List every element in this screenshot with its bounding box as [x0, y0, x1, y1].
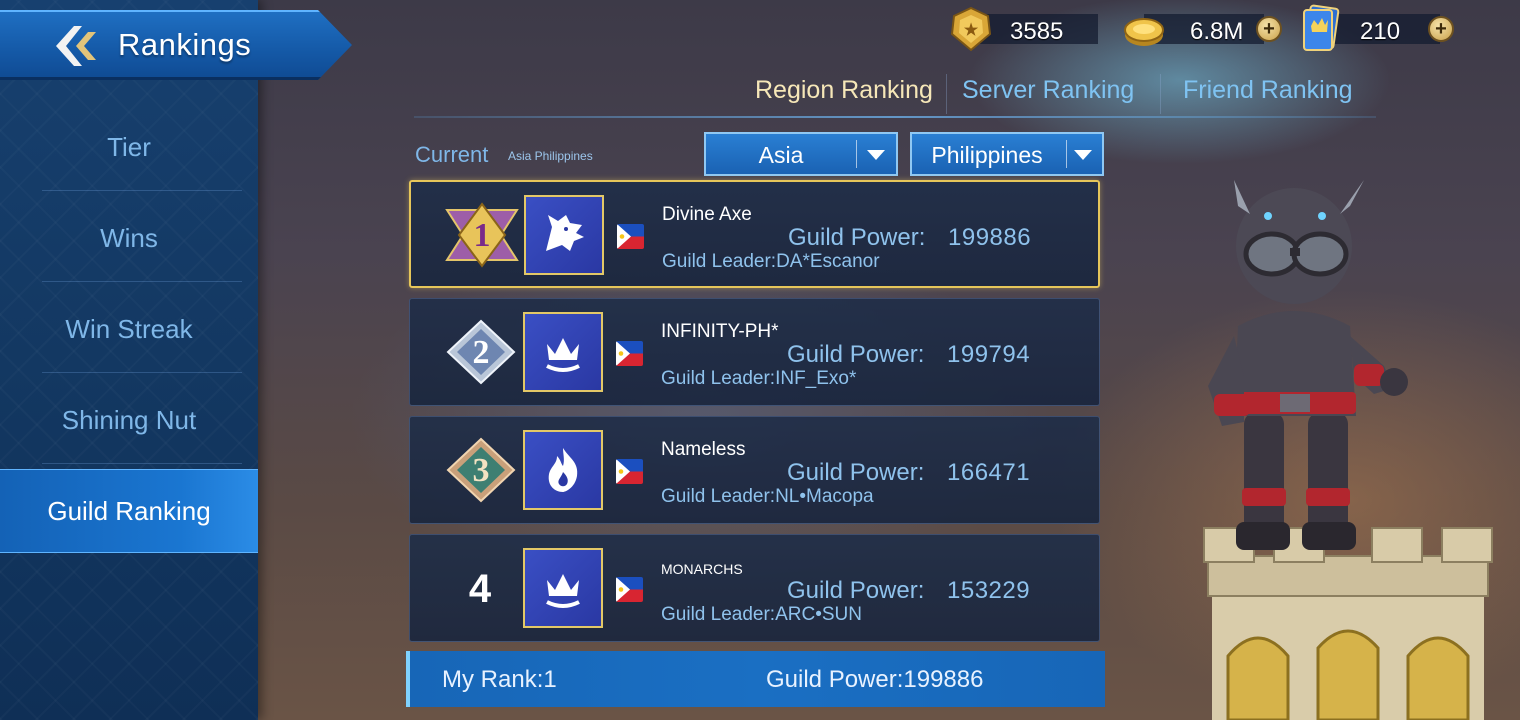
philippines-flag-icon — [616, 459, 643, 484]
sidebar-item-label: Shining Nut — [61, 404, 197, 435]
tab-region-ranking[interactable]: Region Ranking — [755, 76, 933, 110]
sidebar-item-shining-nut[interactable]: Shining Nut — [0, 376, 258, 464]
tab-underline — [414, 116, 1376, 118]
guild-leader: Guild Leader:DA*Escanor — [662, 251, 880, 272]
tab-friend-ranking[interactable]: Friend Ranking — [1183, 76, 1353, 110]
guild-emblem — [524, 195, 604, 275]
rank-number: 4 — [468, 567, 492, 611]
crown-emblem-icon — [546, 338, 580, 372]
coins-value: 6.8M — [1190, 18, 1244, 45]
power-label: Guild Power: — [788, 224, 926, 251]
crown-emblem-icon — [546, 574, 580, 608]
guild-leader: Guild Leader:NL•Macopa — [661, 486, 874, 507]
plus-icon: + — [1263, 18, 1275, 40]
rank-number: 1 — [474, 217, 491, 254]
region-dropdown-value: Asia — [758, 142, 804, 168]
svg-text:★: ★ — [964, 22, 979, 39]
guild-emblem — [523, 548, 603, 628]
character-on-tower-image — [1203, 180, 1493, 720]
sidebar: Tier Wins Win Streak Shining Nut Guild R… — [0, 0, 258, 720]
add-coins-button[interactable]: + — [1256, 16, 1282, 42]
sidebar-item-win-streak[interactable]: Win Streak — [0, 285, 258, 373]
guild-name: INFINITY-PH* — [661, 321, 779, 342]
rank-2-badge-icon: 2 — [446, 319, 516, 385]
gold-coin-icon — [1124, 18, 1164, 46]
crest-value: 3585 — [1010, 18, 1064, 45]
sidebar-item-label: Guild Ranking — [47, 495, 211, 526]
country-dropdown-value: Philippines — [931, 142, 1043, 168]
plus-icon: + — [1435, 18, 1447, 40]
power-value: 199794 — [947, 341, 1031, 368]
philippines-flag-icon — [616, 341, 643, 366]
rank-number: 3 — [473, 452, 490, 489]
current-location: Asia Philippines — [508, 149, 593, 163]
guild-name: Nameless — [661, 439, 746, 460]
chevron-down-icon — [867, 150, 885, 160]
guild-leader: Guild Leader:INF_Exo* — [661, 368, 857, 389]
sidebar-item-wins[interactable]: Wins — [0, 194, 258, 282]
ranking-row[interactable]: 3 Nameless Guild Power: 166471 Guild Lea… — [409, 416, 1100, 524]
country-dropdown[interactable]: Philippines — [910, 132, 1104, 176]
sidebar-item-label: Win Streak — [65, 313, 193, 344]
guild-emblem — [523, 312, 603, 392]
add-tickets-button[interactable]: + — [1428, 16, 1454, 42]
currency-tickets: 210 + — [1300, 4, 1460, 51]
power-value: 166471 — [947, 459, 1031, 486]
guild-name: MONARCHS — [661, 561, 743, 577]
tab-divider — [946, 74, 947, 114]
tickets-value: 210 — [1360, 18, 1401, 45]
philippines-flag-icon — [617, 224, 644, 249]
philippines-flag-icon — [616, 577, 643, 602]
sidebar-item-guild-ranking[interactable]: Guild Ranking — [0, 469, 258, 553]
power-value: 199886 — [948, 224, 1032, 251]
power-label: Guild Power: — [787, 459, 925, 486]
ranking-row[interactable]: 2 INFINITY-PH* Guild Power: 199794 Guild… — [409, 298, 1100, 406]
currency-crest: ★ 3585 — [948, 6, 1098, 52]
guild-leader: Guild Leader:ARC•SUN — [661, 604, 862, 625]
my-rank-label: My Rank:1 — [442, 666, 557, 693]
my-rank-power: Guild Power:199886 — [766, 666, 984, 693]
back-button[interactable] — [52, 22, 102, 70]
rank-1-badge-icon: 1 — [445, 202, 519, 268]
sidebar-item-label: Tier — [107, 131, 151, 162]
rank-number: 2 — [473, 334, 490, 371]
current-label: Current — [415, 142, 489, 167]
sidebar-item-tier[interactable]: Tier — [0, 103, 258, 191]
page-title: Rankings — [118, 27, 252, 62]
power-value: 153229 — [947, 577, 1031, 604]
ranking-row[interactable]: 4 MONARCHS Guild Power: 153229 Guild Lea… — [409, 534, 1100, 642]
ticket-card-icon — [1303, 4, 1340, 51]
tab-divider — [1160, 74, 1161, 114]
region-dropdown[interactable]: Asia — [704, 132, 898, 176]
sidebar-item-label: Wins — [100, 222, 158, 253]
chevron-down-icon — [1074, 150, 1092, 160]
gold-crest-icon: ★ — [950, 6, 992, 52]
guild-name: Divine Axe — [662, 204, 752, 225]
wolf-emblem-icon — [546, 215, 584, 251]
back-arrow-icon — [56, 26, 96, 66]
currency-coins: 6.8M + — [1122, 10, 1292, 48]
my-rank-bar: My Rank:1 Guild Power:199886 — [406, 651, 1105, 707]
power-label: Guild Power: — [787, 577, 925, 604]
flame-emblem-icon — [548, 448, 578, 492]
guild-emblem — [523, 430, 603, 510]
power-label: Guild Power: — [787, 341, 925, 368]
rank-3-badge-icon: 3 — [446, 437, 516, 503]
tab-server-ranking[interactable]: Server Ranking — [962, 76, 1134, 110]
ranking-row[interactable]: 1 Divine Axe Guild Power: 199886 Guild L… — [409, 180, 1100, 288]
